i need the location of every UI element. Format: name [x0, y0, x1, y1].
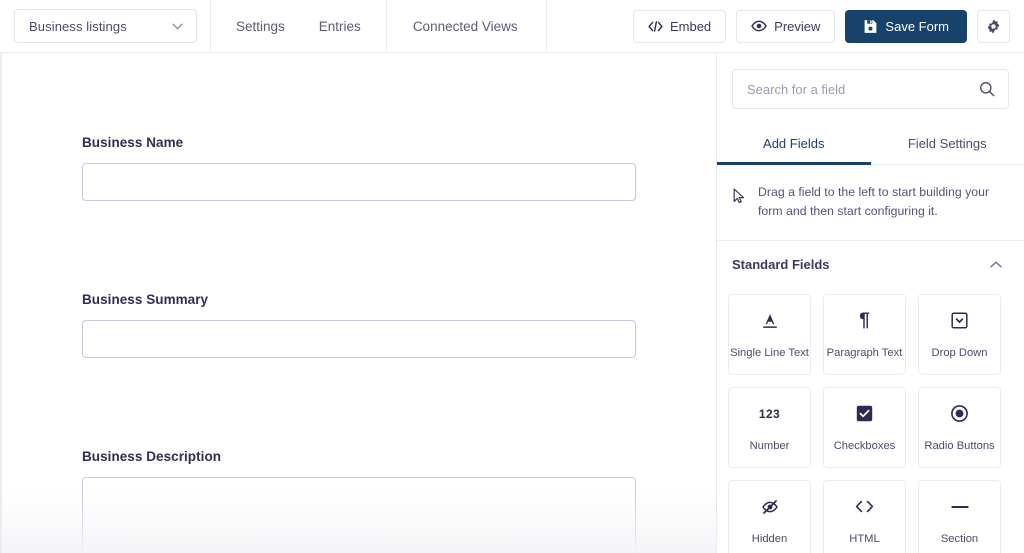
field-input-business-description[interactable] — [82, 477, 636, 553]
chevron-up-icon[interactable] — [990, 261, 1002, 268]
field-card-label: Single Line Text — [730, 347, 809, 359]
field-card-label: Drop Down — [932, 347, 988, 359]
search-field-box[interactable] — [732, 69, 1009, 109]
gear-icon — [986, 19, 1001, 34]
form-builder-app: Business listings Settings Entries Conne… — [0, 0, 1024, 553]
section-title: Standard Fields — [732, 257, 830, 272]
field-panel-sidebar: Add Fields Field Settings Drag a field t… — [716, 53, 1024, 553]
nav-item-settings[interactable]: Settings — [226, 0, 295, 53]
radio-selected-icon — [951, 404, 968, 424]
field-label: Business Summary — [82, 292, 636, 307]
toolbar-actions: Embed Preview Save Form — [633, 10, 1010, 43]
standard-fields-section-header[interactable]: Standard Fields — [717, 241, 1024, 272]
form-field-business-summary[interactable]: Business Summary — [82, 292, 636, 358]
drag-hint-text: Drag a field to the left to start buildi… — [758, 183, 1002, 220]
nav-item-entries[interactable]: Entries — [309, 0, 371, 53]
checkbox-checked-icon — [856, 404, 873, 424]
cursor-pointer-icon — [733, 188, 746, 204]
standard-fields-grid: Single Line Text ¶ Paragraph Text Drop D… — [718, 272, 1024, 553]
code-brackets-icon — [648, 21, 663, 32]
toolbar-nav-secondary: Connected Views — [387, 0, 546, 53]
field-input-business-summary[interactable] — [82, 320, 636, 358]
field-card-label: HTML — [849, 533, 879, 545]
eye-slash-icon — [761, 497, 779, 517]
drag-hint-banner: Drag a field to the left to start buildi… — [717, 165, 1024, 241]
embed-button-label: Embed — [670, 19, 711, 34]
field-input-business-name[interactable] — [82, 163, 636, 201]
top-toolbar: Business listings Settings Entries Conne… — [0, 0, 1024, 53]
minus-dash-icon — [951, 497, 969, 517]
field-card-checkboxes[interactable]: Checkboxes — [823, 387, 906, 468]
field-card-label: Hidden — [752, 533, 787, 545]
search-container — [717, 53, 1024, 109]
field-card-html[interactable]: HTML — [823, 480, 906, 553]
field-card-label: Radio Buttons — [924, 440, 994, 452]
field-card-section[interactable]: Section — [918, 480, 1001, 553]
dropdown-square-icon — [951, 311, 968, 331]
save-form-button-label: Save Form — [885, 19, 949, 34]
search-icon[interactable] — [979, 81, 995, 97]
form-selector-value: Business listings — [29, 19, 127, 34]
123-number-icon: 123 — [759, 404, 780, 424]
preview-button-label: Preview — [774, 19, 820, 34]
field-card-label: Number — [750, 440, 790, 452]
text-a-underline-icon — [762, 311, 778, 331]
eye-icon — [751, 20, 767, 32]
pilcrow-icon: ¶ — [859, 311, 870, 331]
tab-add-fields[interactable]: Add Fields — [717, 125, 871, 164]
code-brackets-icon — [855, 497, 874, 517]
nav-item-connected-views[interactable]: Connected Views — [403, 0, 528, 53]
field-label: Business Name — [82, 135, 636, 150]
field-card-label: Checkboxes — [834, 440, 896, 452]
field-card-paragraph-text[interactable]: ¶ Paragraph Text — [823, 294, 906, 375]
field-card-radio-buttons[interactable]: Radio Buttons — [918, 387, 1001, 468]
field-card-hidden[interactable]: Hidden — [728, 480, 811, 553]
embed-button[interactable]: Embed — [633, 10, 726, 43]
field-card-single-line-text[interactable]: Single Line Text — [728, 294, 811, 375]
tab-field-settings[interactable]: Field Settings — [871, 125, 1024, 164]
form-selector-dropdown[interactable]: Business listings — [14, 9, 197, 43]
sidebar-tabs: Add Fields Field Settings — [717, 125, 1024, 165]
toolbar-nav: Settings Entries — [211, 0, 386, 53]
field-card-number[interactable]: 123 Number — [728, 387, 811, 468]
floppy-disk-save-icon — [863, 19, 878, 34]
save-form-button[interactable]: Save Form — [845, 10, 967, 43]
form-canvas: Business Name Business Summary Business … — [0, 53, 716, 553]
field-label: Business Description — [82, 449, 636, 464]
toolbar-divider — [546, 0, 547, 53]
form-field-business-name[interactable]: Business Name — [82, 135, 636, 201]
field-card-drop-down[interactable]: Drop Down — [918, 294, 1001, 375]
form-field-business-description[interactable]: Business Description — [82, 449, 636, 553]
preview-button[interactable]: Preview — [736, 10, 835, 43]
field-card-label: Paragraph Text — [827, 347, 903, 359]
settings-gear-button[interactable] — [977, 10, 1010, 43]
search-input[interactable] — [747, 82, 979, 97]
chevron-down-icon — [172, 23, 183, 30]
field-card-label: Section — [941, 533, 978, 545]
